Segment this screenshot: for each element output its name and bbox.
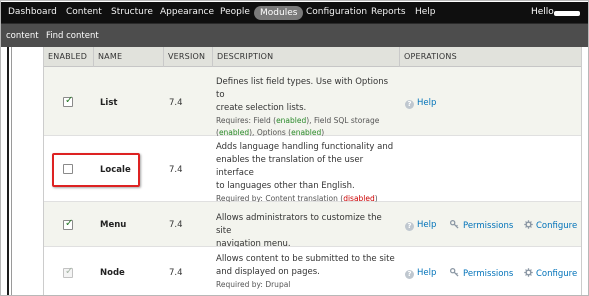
help-icon: ? <box>405 270 414 279</box>
menu-modules[interactable]: Modules <box>254 6 304 20</box>
help-link[interactable]: ? Help <box>405 220 436 231</box>
menu-help[interactable]: Help <box>415 2 436 23</box>
menu-structure[interactable]: Structure <box>111 2 153 23</box>
description-line: Defines list field types. Use with Optio… <box>216 77 389 100</box>
help-link[interactable]: ? Help <box>405 98 436 109</box>
module-name: Menu <box>100 220 127 230</box>
module-description: Allows administrators to customize the s… <box>216 212 396 251</box>
module-version: 7.4 <box>169 98 183 108</box>
enable-checkbox-node: ✓ <box>63 266 74 278</box>
browser-frame: Dashboard Content Structure Appearance P… <box>0 0 589 296</box>
module-version: 7.4 <box>169 268 183 278</box>
user-greeting: Hello <box>531 7 554 17</box>
checkmark-icon: ✓ <box>65 218 74 229</box>
header-name: NAME <box>93 47 163 67</box>
required-by-line: Required by: Drupal <box>216 280 291 289</box>
header-description: DESCRIPTION <box>212 47 399 67</box>
header-enabled: ENABLED <box>48 52 88 61</box>
menu-people[interactable]: People <box>220 2 250 23</box>
configure-link[interactable]: Configure <box>524 220 577 231</box>
help-link[interactable]: ? Help <box>405 268 436 279</box>
help-label: Help <box>417 268 437 278</box>
gear-icon <box>524 268 533 277</box>
description-line: Allows administrators to customize the s… <box>216 213 382 236</box>
header-operations: OPERATIONS <box>399 47 581 67</box>
permissions-link[interactable]: Permissions <box>450 220 513 231</box>
shortcut-bar: content Find content <box>1 23 588 47</box>
module-version: 7.4 <box>169 220 183 230</box>
enable-checkbox-menu[interactable]: ✓ <box>63 218 74 230</box>
configure-label: Configure <box>536 221 578 231</box>
requires-line: Requires: Field (enabled), Field SQL sto… <box>216 115 396 127</box>
locale-highlight-box <box>52 153 140 187</box>
header-version: VERSION <box>163 47 212 67</box>
menu-configuration[interactable]: Configuration <box>306 2 367 23</box>
checkmark-icon: ✓ <box>65 95 74 106</box>
key-icon <box>450 220 459 229</box>
key-icon <box>450 268 459 277</box>
module-description: Allows content to be submitted to the si… <box>216 253 396 291</box>
description-line: Adds language handling functionality and <box>216 142 394 152</box>
description-line: to languages other than English. <box>216 181 355 191</box>
shortcut-content[interactable]: content <box>6 24 39 48</box>
table-header: ENABLED NAME VERSION DESCRIPTION OPERATI… <box>44 47 581 67</box>
description-line: and displayed on pages. <box>216 267 320 277</box>
menu-dashboard[interactable]: Dashboard <box>8 2 57 23</box>
shortcut-find-content[interactable]: Find content <box>46 24 99 48</box>
permissions-label: Permissions <box>463 221 514 231</box>
help-icon: ? <box>405 222 414 231</box>
menu-content[interactable]: Content <box>66 2 102 23</box>
admin-toolbar: Dashboard Content Structure Appearance P… <box>1 2 588 23</box>
checkmark-icon: ✓ <box>65 266 74 277</box>
module-description: Adds language handling functionality and… <box>216 141 396 205</box>
table-row-menu: ✓ Menu 7.4 Allows administrators to cust… <box>44 202 581 249</box>
help-label: Help <box>417 98 437 108</box>
module-name: List <box>100 98 118 108</box>
module-name: Node <box>100 268 125 278</box>
gutter-line-light <box>11 47 12 295</box>
gear-icon <box>524 220 533 229</box>
configure-label: Configure <box>536 269 578 279</box>
redacted-username <box>554 11 580 16</box>
description-line: create selection lists. <box>216 103 307 113</box>
requires-label: Requires: Field ( <box>216 116 277 125</box>
menu-reports[interactable]: Reports <box>371 2 406 23</box>
configure-link[interactable]: Configure <box>524 268 577 279</box>
table-row-list: ✓ List 7.4 Defines list field types. Use… <box>44 67 581 139</box>
table-row-node: ✓ Node 7.4 Allows content to be submitte… <box>44 247 581 295</box>
help-icon: ? <box>405 100 414 109</box>
menu-appearance[interactable]: Appearance <box>160 2 214 23</box>
module-description: Defines list field types. Use with Optio… <box>216 76 396 139</box>
description-line: enables the translation of the user inte… <box>216 155 364 178</box>
requires-text: ), Field SQL storage <box>306 116 380 125</box>
description-line: Allows content to be submitted to the si… <box>216 254 395 264</box>
left-gutter <box>1 47 42 295</box>
gutter-line <box>7 47 9 295</box>
permissions-link[interactable]: Permissions <box>450 268 513 279</box>
enable-checkbox-list[interactable]: ✓ <box>63 95 74 107</box>
status-enabled: enabled <box>276 116 307 125</box>
help-label: Help <box>417 220 437 230</box>
permissions-label: Permissions <box>463 269 514 279</box>
module-version: 7.4 <box>169 165 183 175</box>
